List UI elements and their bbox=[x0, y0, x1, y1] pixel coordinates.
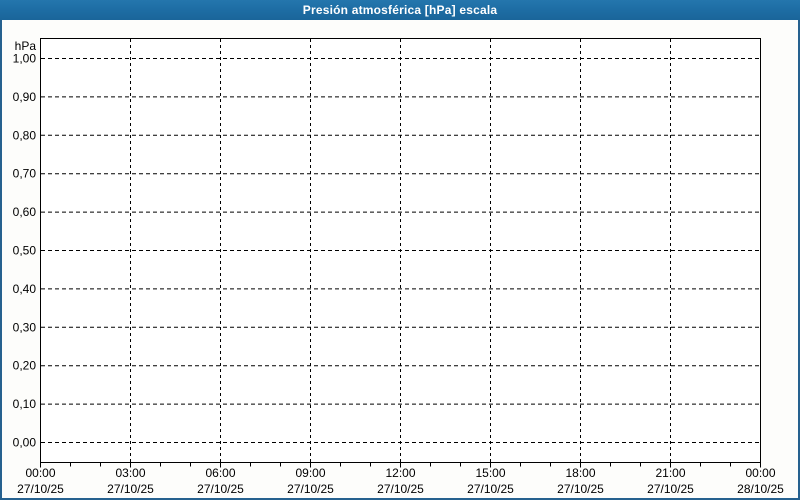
x-time-label: 03:00 bbox=[115, 466, 145, 480]
x-time-label: 12:00 bbox=[385, 466, 415, 480]
window-titlebar: Presión atmosférica [hPa] escala bbox=[0, 0, 800, 20]
y-tick-label: 0,40 bbox=[13, 282, 37, 296]
chart-title: Presión atmosférica [hPa] escala bbox=[302, 3, 498, 17]
y-tick-label: 0,10 bbox=[13, 397, 37, 411]
x-date-label: 27/10/25 bbox=[557, 482, 604, 496]
x-time-label: 15:00 bbox=[475, 466, 505, 480]
x-time-label: 06:00 bbox=[205, 466, 235, 480]
x-date-label: 27/10/25 bbox=[17, 482, 64, 496]
pressure-chart-svg: hPa1,000,900,800,700,600,500,400,300,200… bbox=[13, 38, 784, 496]
x-time-label: 00:00 bbox=[745, 466, 775, 480]
x-time-label: 21:00 bbox=[655, 466, 685, 480]
chart-area: hPa 1,00 0,90 0,80 0,70 0,60 0,50 0,40 0,30 0,20 0… bbox=[0, 20, 800, 498]
y-tick-label: 0,20 bbox=[13, 359, 37, 373]
y-tick-label: 0,80 bbox=[13, 128, 37, 142]
x-date-label: 28/10/25 bbox=[737, 482, 784, 496]
x-time-label: 09:00 bbox=[295, 466, 325, 480]
y-tick-label: 0,90 bbox=[13, 90, 37, 104]
x-date-label: 27/10/25 bbox=[377, 482, 424, 496]
x-time-label: 00:00 bbox=[25, 466, 55, 480]
y-tick-label: 0,50 bbox=[13, 244, 37, 258]
x-time-label: 18:00 bbox=[565, 466, 595, 480]
y-tick-label: 1,00 bbox=[13, 52, 37, 66]
x-date-label: 27/10/25 bbox=[287, 482, 334, 496]
chart-window: Presión atmosférica [hPa] escala hPa 1,00… bbox=[0, 0, 800, 500]
y-tick-label: 0,00 bbox=[13, 436, 37, 450]
x-date-label: 27/10/25 bbox=[197, 482, 244, 496]
x-date-label: 27/10/25 bbox=[647, 482, 694, 496]
x-date-label: 27/10/25 bbox=[467, 482, 514, 496]
y-tick-label: 0,70 bbox=[13, 167, 37, 181]
y-tick-label: 0,30 bbox=[13, 320, 37, 334]
y-tick-label: 0,60 bbox=[13, 205, 37, 219]
x-date-label: 27/10/25 bbox=[107, 482, 154, 496]
